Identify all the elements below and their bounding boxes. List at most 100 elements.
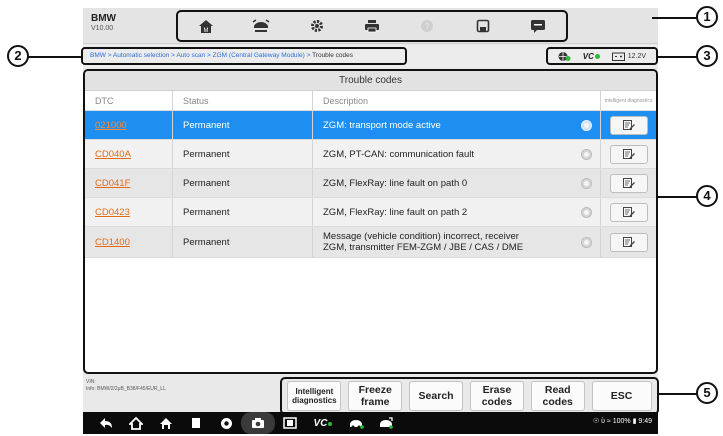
intelligent-diagnostics-button[interactable]: Intelligent diagnostics [287,381,342,411]
vehicle-swap-button[interactable] [239,13,283,39]
callout-leader-4 [656,196,698,198]
dtc-description: ZGM, FlexRay: line fault on path 0 [323,177,468,189]
report-edit-icon [622,149,635,159]
dtc-description: Message (vehicle condition) incorrect, r… [323,231,523,253]
callout-5: 5 [696,382,718,404]
intelligent-diagnostics-row-button[interactable] [609,115,648,135]
report-edit-icon [622,237,635,247]
breadcrumb-path[interactable]: BMW > Automatic selection > Auto scan > … [90,52,312,59]
callout-4: 4 [696,185,718,207]
vehicle-lift-icon [252,18,270,32]
table-row[interactable]: CD040A Permanent ZGM, PT-CAN: communicat… [85,140,656,169]
autel-home-icon [160,417,172,429]
dtc-code-link[interactable]: CD1400 [95,237,130,248]
save-button[interactable] [461,13,505,39]
dtc-code-link[interactable]: CD0423 [95,207,130,218]
callout-2: 2 [7,45,29,67]
vehicle-info: VIN: Info: BMW/2/2μB_B38/F45/EUR_LL [86,379,166,393]
recent-apps-button[interactable] [181,412,211,434]
function-buttons: Intelligent diagnostics Freeze frame Searc… [280,377,659,415]
vehicle-info-text: Info: BMW/2/2μB_B38/F45/EUR_LL [86,386,166,392]
intelligent-diagnostics-row-button[interactable] [609,202,648,222]
bottom-bar: VIN: Info: BMW/2/2μB_B38/F45/EUR_LL Inte… [83,376,659,416]
breadcrumb-bar: BMW > Automatic selection > Auto scan > … [81,45,658,67]
freeze-frame-indicator-icon [581,119,592,131]
system-status-bar: ☉ ὺ ≈ 100% ▮ 9:49 [592,418,652,425]
svg-text:?: ? [425,22,430,31]
report-edit-icon [622,207,635,217]
display-button[interactable] [275,412,305,434]
dtc-status: Permanent [172,198,312,226]
freeze-frame-indicator-icon [581,236,592,248]
read-codes-button[interactable]: Read codes [530,381,585,411]
vci-connected-icon [594,53,600,59]
autel-home-button[interactable] [151,412,181,434]
intelligent-diagnostics-row-button[interactable] [609,232,648,252]
dtc-status: Permanent [172,227,312,257]
vci-manager-icon: VC [314,418,333,429]
dtc-code-link[interactable]: CD041F [95,178,130,189]
battery-voltage: 12.2V [611,52,647,61]
camera-button[interactable] [241,412,275,434]
breadcrumb-current: Trouble codes [312,52,354,59]
battery-icon [611,52,625,61]
display-brightness-icon [283,417,297,429]
freeze-frame-indicator-icon [581,177,592,189]
callout-1: 1 [696,6,718,28]
top-bar: BMW V10.00 M ? [83,8,658,44]
settings-button[interactable] [295,13,339,39]
column-header-dtc: DTC [95,96,114,106]
back-button[interactable] [91,412,121,434]
vci-manager-button[interactable]: VC [305,412,341,434]
intelligent-diagnostics-row-button[interactable] [609,173,648,193]
home-nav-icon [129,416,143,430]
table-row[interactable]: CD041F Permanent ZGM, FlexRay: line faul… [85,169,656,198]
browser-button[interactable] [211,412,241,434]
print-icon [364,20,379,33]
home-icon: M [198,19,213,34]
breadcrumb: BMW > Automatic selection > Auto scan > … [81,47,407,65]
freeze-frame-indicator-icon [581,206,592,218]
callout-leader-5 [659,393,698,395]
dtc-status: Permanent [172,111,312,139]
freeze-frame-button[interactable]: Freeze frame [348,381,403,411]
remote-vehicle-icon [380,417,393,429]
column-header-status: Status [172,91,312,111]
vehicle-button[interactable] [341,412,371,434]
table-row[interactable]: 021000 Permanent ZGM: transport mode act… [85,111,656,140]
chat-icon [531,19,546,33]
print-button[interactable] [350,13,394,39]
message-button[interactable] [516,13,560,39]
intelligent-diagnostics-row-button[interactable] [609,144,648,164]
table-row[interactable]: CD1400 Permanent Message (vehicle condit… [85,227,656,258]
function-toolbar: M ? [176,10,568,42]
report-edit-icon [622,178,635,188]
erase-codes-button[interactable]: Erase codes [469,381,524,411]
software-version: V10.00 [91,25,114,32]
vin-label: VIN: [86,379,96,385]
dtc-status: Permanent [172,140,312,168]
camera-icon [252,418,264,428]
svg-text:M: M [203,28,208,34]
vehicle-make: BMW [91,13,116,24]
voltage-value: 12.2V [627,52,647,60]
callout-3: 3 [696,45,718,67]
table-header: DTC Status Description Intelligent diagn… [85,91,656,111]
table-row[interactable]: CD0423 Permanent ZGM, FlexRay: line faul… [85,198,656,227]
dtc-code-link[interactable]: CD040A [95,149,131,160]
callout-leader-1 [652,17,697,19]
dtc-description: ZGM, PT-CAN: communication fault [323,148,474,160]
remote-desktop-button[interactable] [371,412,401,434]
trouble-codes-panel: Trouble codes DTC Status Description Int… [83,69,658,374]
dtc-code-link[interactable]: 021000 [95,120,127,131]
android-navigation-bar: VC ☉ ὺ ≈ 100% ▮ 9:49 [83,412,658,434]
settings-gear-icon [310,20,323,32]
report-edit-icon [622,120,635,130]
esc-button[interactable]: ESC [591,381,652,411]
home-button[interactable]: M [184,13,228,39]
dtc-description-line-1: Message (vehicle condition) incorrect, r… [323,231,519,242]
search-button[interactable]: Search [409,381,464,411]
browser-icon [220,417,232,429]
help-button[interactable]: ? [405,13,449,39]
home-nav-button[interactable] [121,412,151,434]
